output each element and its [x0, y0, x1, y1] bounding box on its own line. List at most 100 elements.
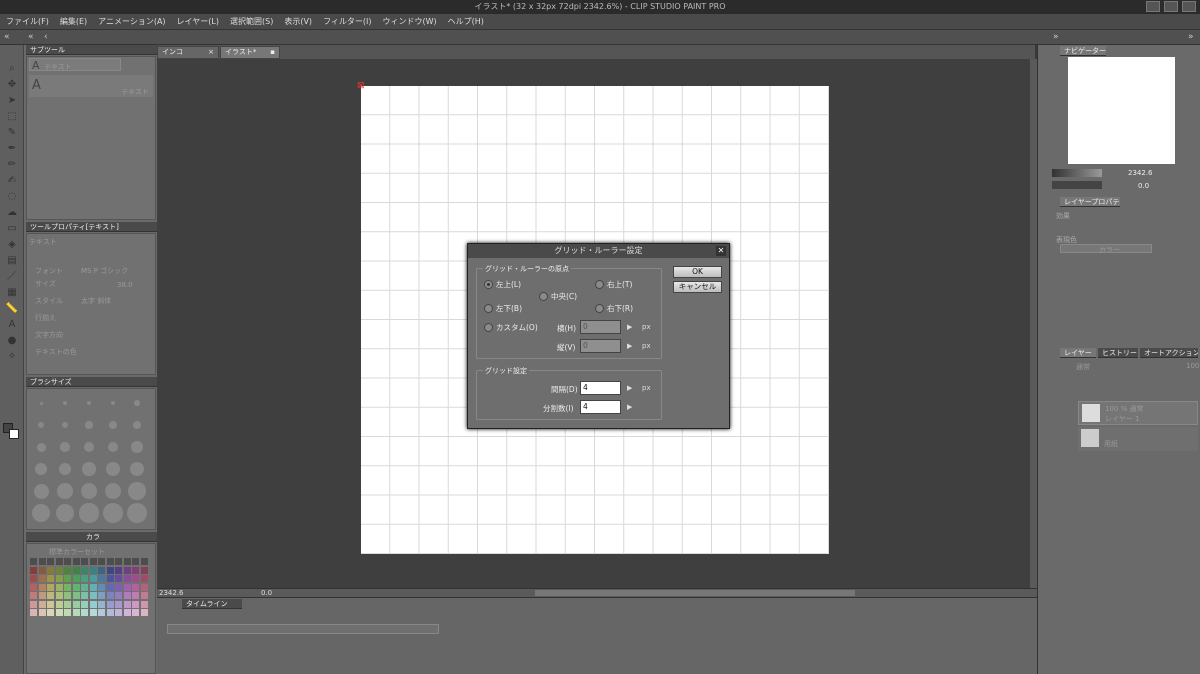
- collapse-right-icon[interactable]: »: [1053, 30, 1059, 45]
- menu-layer[interactable]: レイヤー(L): [177, 16, 219, 27]
- brush-size-dot[interactable]: [60, 442, 70, 452]
- sub-color-swatch[interactable]: [9, 429, 19, 439]
- color-swatch[interactable]: [106, 600, 114, 608]
- brush-size-dot[interactable]: [80, 482, 98, 500]
- blend-tool-icon[interactable]: ☁: [5, 207, 19, 219]
- zoom-tool-icon[interactable]: ⌕: [5, 63, 19, 75]
- color-swatch[interactable]: [132, 592, 139, 599]
- color-swatch[interactable]: [89, 600, 97, 608]
- brush-size-dot[interactable]: [79, 503, 99, 523]
- color-swatch[interactable]: [140, 566, 148, 574]
- brush-size-dot[interactable]: [106, 462, 120, 476]
- size-value[interactable]: 38.0: [117, 281, 133, 289]
- tab-auto-action[interactable]: オートアクション: [1140, 348, 1198, 358]
- color-swatch[interactable]: [115, 566, 122, 574]
- brush-size-dot[interactable]: [132, 420, 142, 430]
- color-swatch[interactable]: [89, 558, 97, 565]
- figure-tool-icon[interactable]: ／: [5, 271, 19, 283]
- color-swatch[interactable]: [132, 558, 139, 565]
- color-swatch[interactable]: [55, 558, 63, 565]
- color-swatch[interactable]: [64, 558, 71, 565]
- navigator-angle[interactable]: 0.0: [1138, 182, 1149, 190]
- correction-tool-icon[interactable]: ✧: [5, 351, 19, 363]
- ruler-tool-icon[interactable]: 📏: [5, 303, 19, 315]
- color-swatch[interactable]: [140, 609, 148, 616]
- color-swatch[interactable]: [38, 600, 46, 608]
- color-swatch[interactable]: [89, 575, 97, 582]
- h-offset-input[interactable]: 0: [580, 320, 621, 334]
- navigator-zoom[interactable]: 2342.6: [1128, 169, 1153, 177]
- color-swatch[interactable]: [106, 558, 114, 565]
- menu-edit[interactable]: 編集(E): [60, 16, 87, 27]
- eyedropper-icon[interactable]: ✎: [5, 127, 19, 139]
- collapse-left-icon-2[interactable]: «: [28, 30, 34, 45]
- color-swatch[interactable]: [72, 600, 80, 608]
- color-swatch[interactable]: [38, 575, 46, 582]
- color-swatch[interactable]: [140, 583, 148, 591]
- gap-input[interactable]: 4: [580, 381, 621, 395]
- spin-arrow-icon[interactable]: ▶: [627, 323, 632, 331]
- color-swatch[interactable]: [115, 558, 122, 565]
- color-swatch[interactable]: [47, 566, 54, 574]
- color-swatch[interactable]: [106, 566, 114, 574]
- close-window-button[interactable]: [1182, 1, 1196, 12]
- brush-size-dot[interactable]: [38, 422, 44, 428]
- frame-tool-icon[interactable]: ▦: [5, 287, 19, 299]
- operation-tool-icon[interactable]: ➤: [5, 95, 19, 107]
- color-swatch[interactable]: [64, 609, 71, 616]
- brush-size-dot[interactable]: [83, 441, 95, 453]
- color-swatch[interactable]: [38, 592, 46, 599]
- brush-size-dot[interactable]: [129, 461, 145, 477]
- color-swatch[interactable]: [30, 600, 37, 608]
- color-swatch[interactable]: [47, 583, 54, 591]
- color-swatch[interactable]: [140, 592, 148, 599]
- timeline-tab[interactable]: タイムライン: [182, 599, 242, 609]
- radio-bottom-left[interactable]: 左下(B): [484, 303, 522, 314]
- color-swatch[interactable]: [106, 583, 114, 591]
- angle-value[interactable]: 0.0: [261, 589, 272, 597]
- color-swatch[interactable]: [72, 575, 80, 582]
- color-swatch[interactable]: [72, 566, 80, 574]
- brush-size-dot[interactable]: [85, 421, 93, 429]
- brush-size-dot[interactable]: [82, 462, 96, 476]
- color-mode-select[interactable]: カラー: [1060, 244, 1152, 254]
- collapse-left-icon[interactable]: «: [4, 30, 10, 45]
- brush-size-dot[interactable]: [86, 400, 92, 406]
- color-swatch[interactable]: [115, 592, 122, 599]
- color-swatch[interactable]: [98, 592, 105, 599]
- color-swatch[interactable]: [81, 600, 88, 608]
- brush-size-dot[interactable]: [128, 482, 146, 500]
- color-swatch[interactable]: [81, 566, 88, 574]
- color-swatch[interactable]: [98, 609, 105, 616]
- color-swatch[interactable]: [115, 575, 122, 582]
- menu-help[interactable]: ヘルプ(H): [448, 16, 484, 27]
- color-swatch[interactable]: [106, 592, 114, 599]
- fill-tool-icon[interactable]: ◈: [5, 239, 19, 251]
- vertical-scrollbar[interactable]: [1030, 59, 1037, 588]
- ok-button[interactable]: OK: [673, 266, 722, 278]
- color-swatch[interactable]: [98, 558, 105, 565]
- opacity-value[interactable]: 100: [1186, 362, 1199, 370]
- color-swatch[interactable]: [47, 558, 54, 565]
- brush-size-dot[interactable]: [110, 400, 116, 406]
- horizontal-scrollbar[interactable]: [535, 590, 855, 596]
- color-swatch[interactable]: [64, 575, 71, 582]
- color-swatch[interactable]: [140, 558, 148, 565]
- zoom-value[interactable]: 2342.6: [159, 589, 184, 597]
- color-swatch[interactable]: [89, 566, 97, 574]
- color-swatch[interactable]: [115, 600, 122, 608]
- brush-size-dot[interactable]: [57, 483, 73, 499]
- color-swatch[interactable]: [72, 609, 80, 616]
- color-swatch[interactable]: [30, 558, 37, 565]
- brush-size-dot[interactable]: [58, 462, 72, 476]
- eraser-tool-icon[interactable]: ▭: [5, 223, 19, 235]
- color-swatch[interactable]: [30, 592, 37, 599]
- brush-size-dot[interactable]: [134, 400, 140, 406]
- radio-top-right[interactable]: 右上(T): [595, 279, 632, 290]
- brush-size-dot[interactable]: [36, 442, 46, 452]
- color-swatch[interactable]: [132, 583, 139, 591]
- brush-size-dot[interactable]: [131, 441, 143, 453]
- menu-animation[interactable]: アニメーション(A): [98, 16, 165, 27]
- blend-mode-select[interactable]: 通常: [1076, 362, 1090, 372]
- color-swatch[interactable]: [98, 566, 105, 574]
